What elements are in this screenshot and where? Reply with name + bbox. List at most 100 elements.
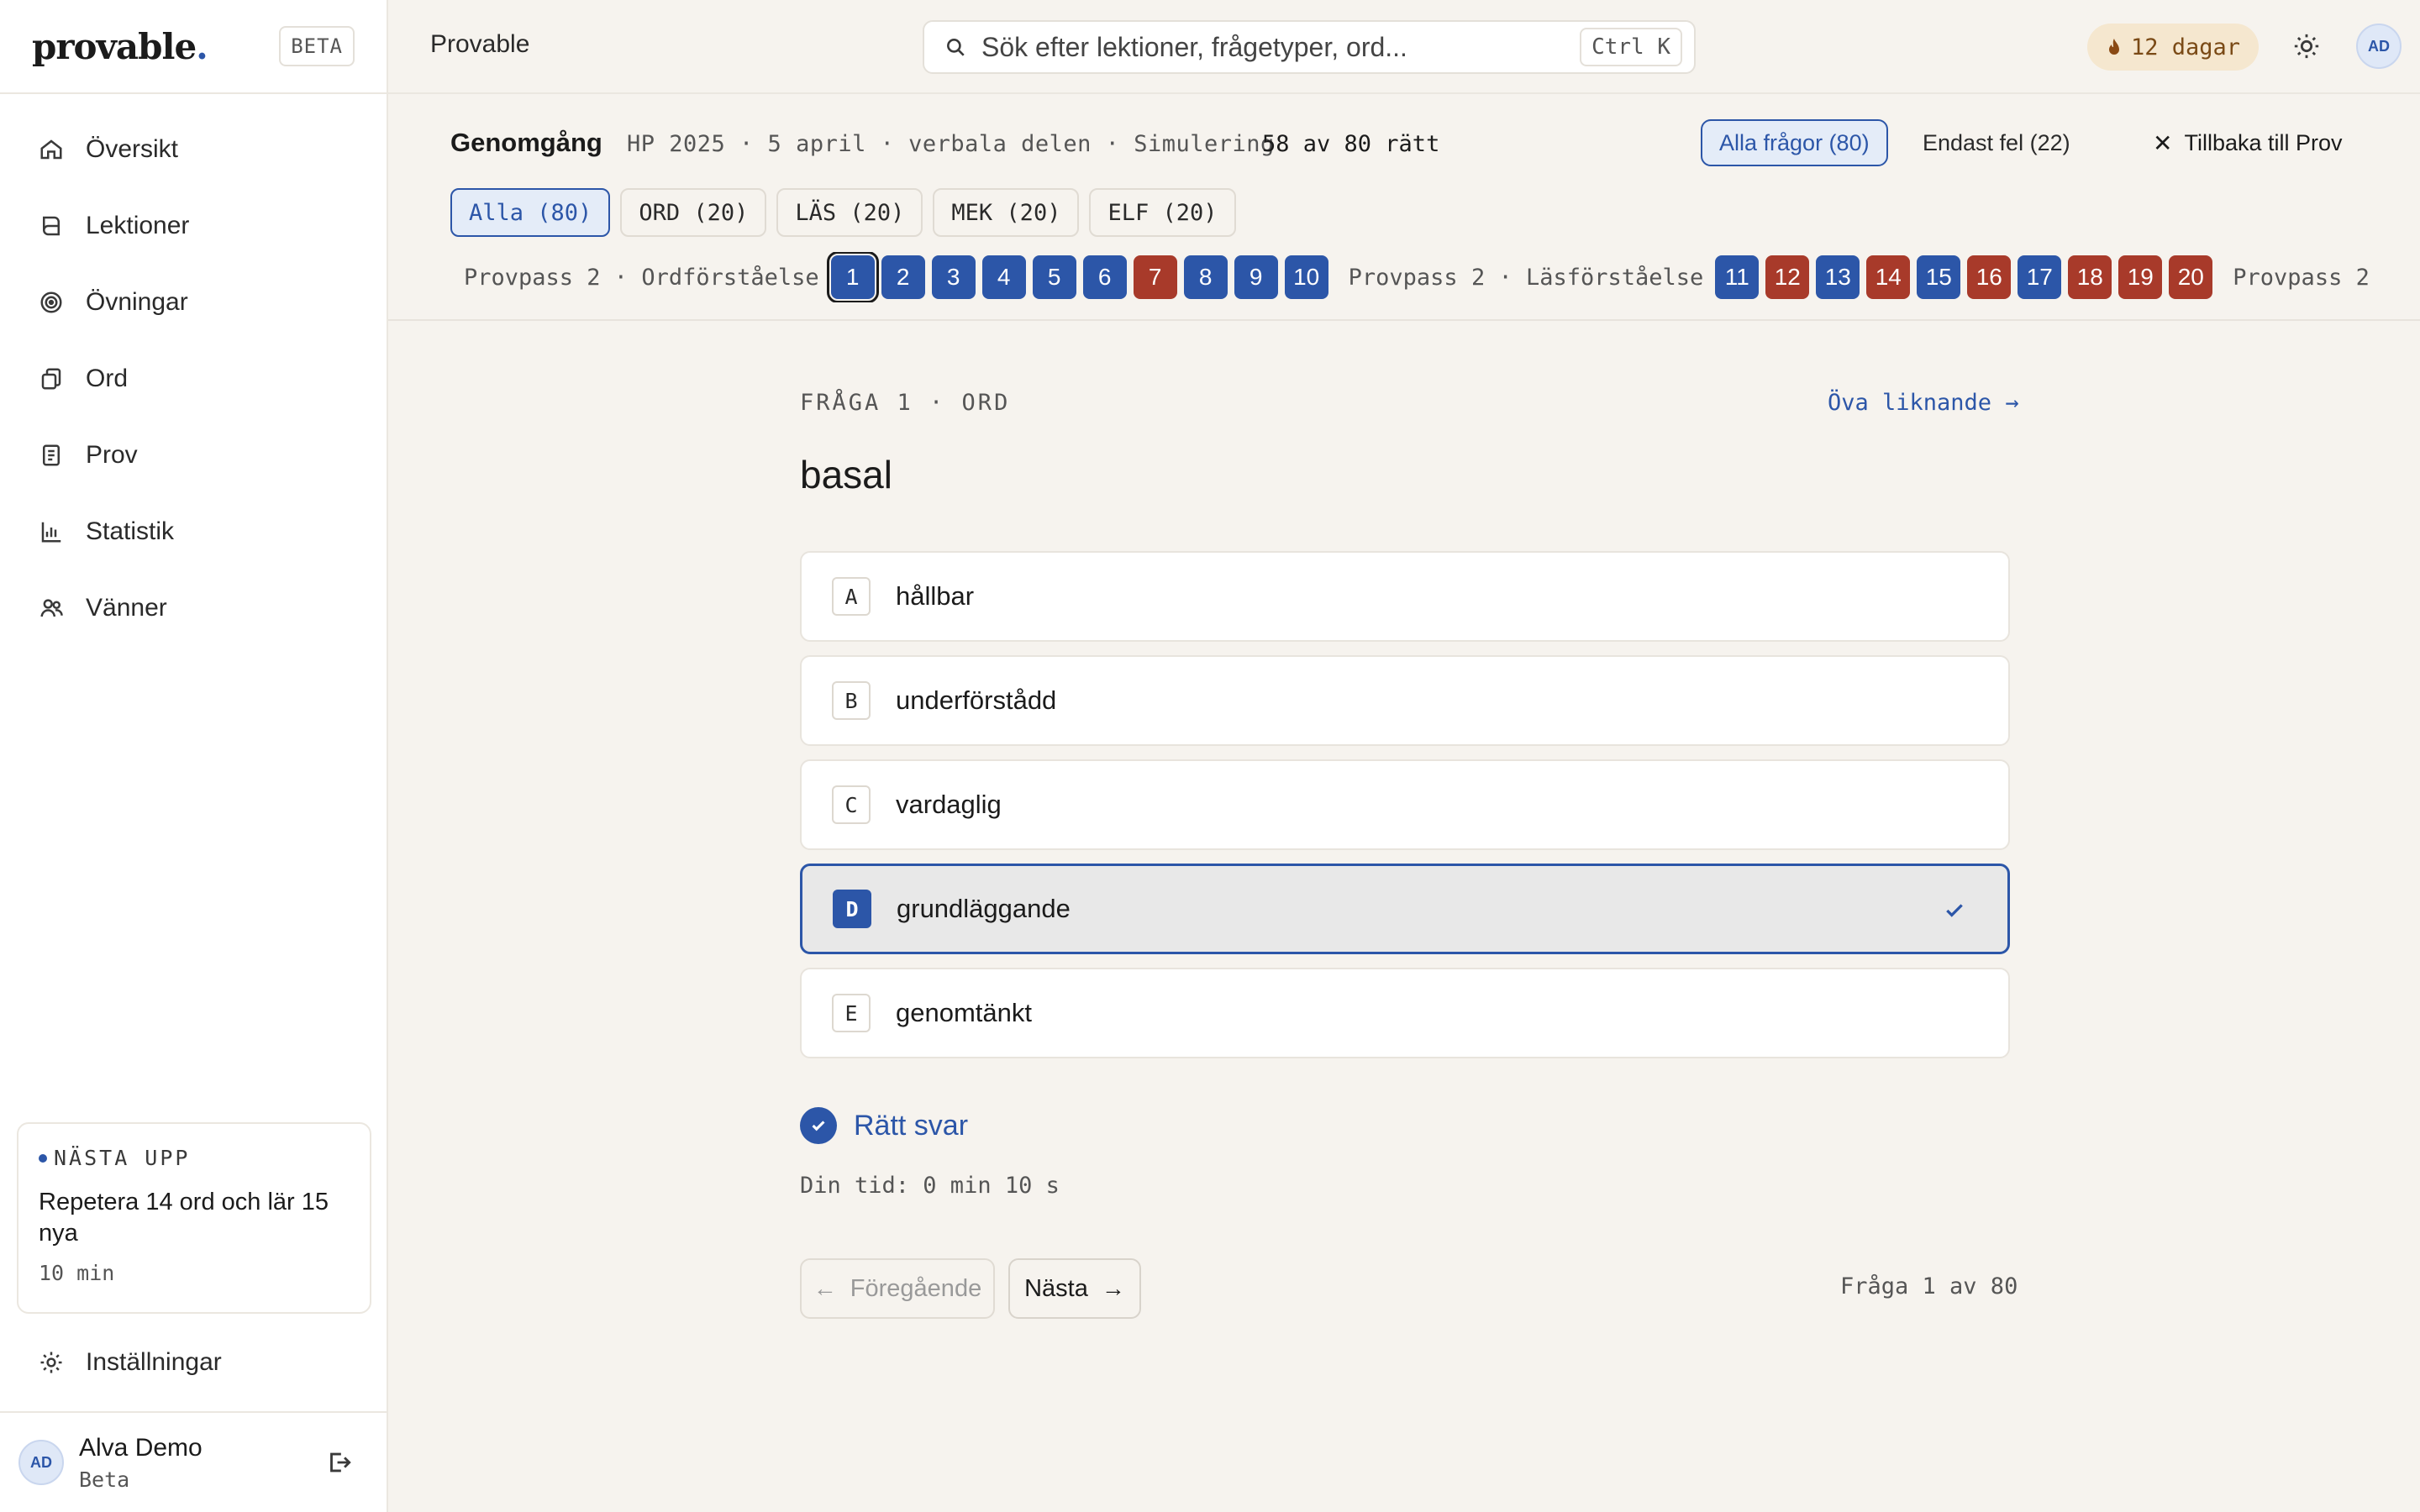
avatar[interactable]: AD xyxy=(2356,24,2402,69)
sidebar-item-statistik[interactable]: Statistik xyxy=(0,493,387,570)
option-text: vardaglig xyxy=(896,790,1002,819)
question-nav-button[interactable]: 18 xyxy=(2068,255,2112,299)
arrow-left-icon: ← xyxy=(813,1275,837,1301)
logout-icon[interactable] xyxy=(324,1448,353,1477)
answer-option-a[interactable]: A hållbar xyxy=(800,551,2010,642)
streak-badge[interactable]: 12 dagar xyxy=(2087,24,2260,71)
answer-option-c[interactable]: C vardaglig xyxy=(800,759,2010,850)
section-group-label: Provpass 2 · Läsförståelse xyxy=(1348,264,1704,291)
tab-las[interactable]: LÄS (20) xyxy=(776,188,923,237)
book-icon xyxy=(43,216,60,235)
option-letter: E xyxy=(832,994,871,1032)
question-nav-button[interactable]: 2 xyxy=(881,255,925,299)
question-tag: FRÅGA 1 · ORD xyxy=(800,390,1011,416)
question-nav-button[interactable]: 14 xyxy=(1866,255,1911,299)
question-nav-button[interactable]: 12 xyxy=(1765,255,1810,299)
search-input[interactable] xyxy=(981,31,1581,63)
option-text: underförstådd xyxy=(896,685,1057,715)
bar-chart-icon xyxy=(41,522,61,542)
sidebar-item-oversikt[interactable]: Översikt xyxy=(0,111,387,187)
tab-ord[interactable]: ORD (20) xyxy=(620,188,767,237)
result-indicator: Rätt svar xyxy=(800,1107,968,1144)
sidebar-item-label: Prov xyxy=(86,440,138,469)
next-up-label: NÄSTA UPP xyxy=(39,1146,350,1170)
close-icon: ✕ xyxy=(2153,129,2173,156)
cards-icon xyxy=(41,368,61,389)
exam-meta: HP 2025 · 5 april · verbala delen · Simu… xyxy=(627,131,1275,157)
tab-mek[interactable]: MEK (20) xyxy=(933,188,1080,237)
back-to-exam-button[interactable]: ✕ Tillbaka till Prov xyxy=(2136,119,2360,166)
sidebar-item-label: Översikt xyxy=(86,134,179,163)
next-up-card[interactable]: NÄSTA UPP Repetera 14 ord och lär 15 nya… xyxy=(17,1122,371,1314)
back-label: Tillbaka till Prov xyxy=(2184,129,2343,155)
app-title: Provable xyxy=(430,30,530,58)
previous-button[interactable]: ← Föregående xyxy=(800,1258,995,1319)
logo[interactable]: provable. xyxy=(32,26,208,67)
home-icon xyxy=(40,139,62,159)
tab-elf[interactable]: ELF (20) xyxy=(1089,188,1236,237)
sidebar-item-vanner[interactable]: Vänner xyxy=(0,570,387,646)
topbar: Provable Ctrl K 12 dagar AD xyxy=(388,0,2420,94)
beta-tag: BETA xyxy=(279,26,355,66)
next-up-duration: 10 min xyxy=(39,1261,115,1285)
option-text: hållbar xyxy=(896,581,975,611)
sidebar-item-prov[interactable]: Prov xyxy=(0,417,387,493)
sidebar-nav: Översikt Lektioner Övningar Ord Prov Sta… xyxy=(0,94,387,646)
settings-link[interactable]: Inställningar xyxy=(0,1324,387,1401)
status-dot xyxy=(39,1153,47,1163)
question-nav-button[interactable]: 17 xyxy=(2018,255,2062,299)
next-label: Nästa xyxy=(1024,1274,1088,1302)
sidebar-item-label: Statistik xyxy=(86,517,175,545)
question-nav-button[interactable]: 5 xyxy=(1032,255,1076,299)
question-nav-button[interactable]: 7 xyxy=(1133,255,1177,299)
answer-option-b[interactable]: B underförstådd xyxy=(800,655,2010,746)
question-nav-button[interactable]: 6 xyxy=(1082,255,1127,299)
filter-all-button[interactable]: Alla frågor (80) xyxy=(1701,119,1888,166)
question-nav-button[interactable]: 20 xyxy=(2169,255,2213,299)
avatar[interactable]: AD xyxy=(18,1440,64,1485)
arrow-right-icon: → xyxy=(1101,1275,1125,1301)
option-letter: D xyxy=(833,890,871,928)
question-nav-button[interactable]: 9 xyxy=(1234,255,1278,299)
question-navigator: Provpass 2 · Ordförståelse 1 2 3 4 5 6 7 8 9 10 Pro… xyxy=(464,252,2396,302)
user-profile: AD Alva Demo Beta xyxy=(0,1411,387,1512)
question-nav-button[interactable]: 13 xyxy=(1816,255,1860,299)
section-group-label: Provpass 2 · Ordförståelse xyxy=(464,264,819,291)
review-header: Genomgång HP 2025 · 5 april · verbala de… xyxy=(388,94,2420,321)
sun-icon[interactable] xyxy=(2292,32,2321,60)
next-button[interactable]: Nästa → xyxy=(1008,1258,1141,1319)
question-nav-button[interactable]: 8 xyxy=(1183,255,1228,299)
check-circle-icon xyxy=(800,1107,837,1144)
tab-all[interactable]: Alla (80) xyxy=(450,188,611,237)
previous-label: Föregående xyxy=(850,1274,982,1302)
next-up-title: Repetera 14 ord och lär 15 nya xyxy=(39,1189,329,1247)
sidebar-item-label: Lektioner xyxy=(86,211,190,239)
sidebar-item-ovningar[interactable]: Övningar xyxy=(0,264,387,340)
keyboard-shortcut: Ctrl K xyxy=(1580,28,1682,66)
score-text: 58 av 80 rätt xyxy=(1262,131,1440,157)
filter-errors-button[interactable]: Endast fel (22) xyxy=(1906,119,2087,166)
question-nav-button[interactable]: 1 xyxy=(826,252,879,302)
answer-option-e[interactable]: E genomtänkt xyxy=(800,968,2010,1058)
answer-option-d[interactable]: D grundläggande xyxy=(800,864,2010,954)
search-bar[interactable]: Ctrl K xyxy=(923,20,1696,74)
settings-label: Inställningar xyxy=(86,1348,222,1376)
target-icon xyxy=(40,291,62,312)
user-plan: Beta xyxy=(79,1467,130,1492)
section-tabs: Alla (80) ORD (20) LÄS (20) MEK (20) ELF… xyxy=(450,188,1236,237)
sidebar-item-lektioner[interactable]: Lektioner xyxy=(0,187,387,264)
option-text: genomtänkt xyxy=(896,998,1032,1027)
sidebar-item-ord[interactable]: Ord xyxy=(0,340,387,417)
question-nav-button[interactable]: 15 xyxy=(1917,255,1961,299)
question-nav-button[interactable]: 3 xyxy=(931,255,976,299)
question-nav-button[interactable]: 10 xyxy=(1284,255,1328,299)
section-group-label: Provpass 2 xyxy=(2233,264,2370,291)
streak-text: 12 dagar xyxy=(2131,34,2241,60)
sidebar-item-label: Ord xyxy=(86,364,129,392)
question-nav-button[interactable]: 16 xyxy=(1967,255,2012,299)
practice-similar-link[interactable]: Öva liknande → xyxy=(1828,390,2019,416)
question-nav-button[interactable]: 11 xyxy=(1715,255,1760,299)
question-nav-button[interactable]: 4 xyxy=(981,255,1026,299)
logo-dot: . xyxy=(196,25,208,67)
question-nav-button[interactable]: 19 xyxy=(2118,255,2163,299)
